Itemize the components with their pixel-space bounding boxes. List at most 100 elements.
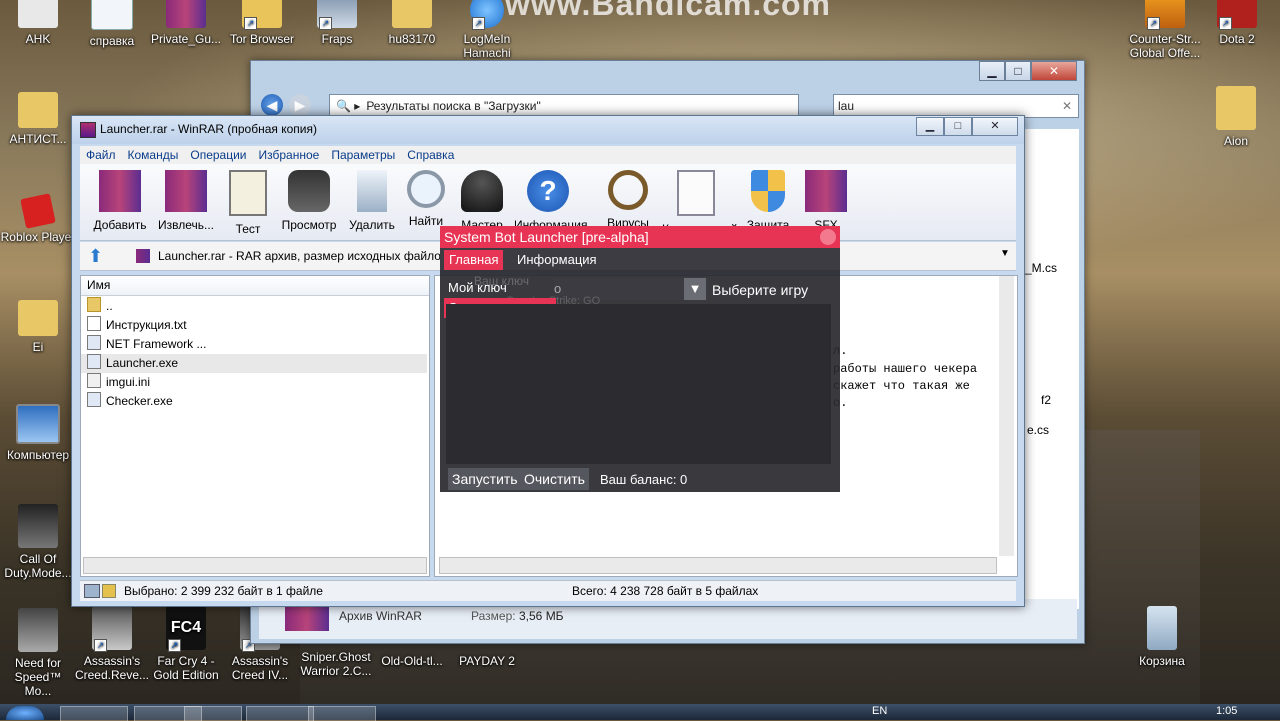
maximize-button[interactable]: □ (944, 117, 972, 136)
extract-archive-icon (165, 170, 207, 212)
column-header[interactable]: Имя (81, 276, 429, 296)
desktop-icon-spravka[interactable]: справка (74, 0, 150, 48)
desktop-icon-label: справка (89, 34, 135, 48)
extract-button[interactable]: Извлечь... (152, 170, 220, 232)
status-total: Всего: 4 238 728 байт в 5 файлах (572, 584, 759, 598)
run-button[interactable]: Запустить (448, 468, 522, 490)
maximize-button[interactable]: □ (1005, 61, 1031, 81)
file-row-selected[interactable]: Launcher.exe (81, 354, 427, 373)
virus-button[interactable]: Вирусы (594, 170, 662, 230)
horizontal-scrollbar[interactable] (83, 557, 427, 574)
desktop-icon-aion[interactable]: Aion (1198, 86, 1274, 148)
view-button[interactable]: Просмотр (275, 170, 343, 232)
sfx-button[interactable]: SFX (792, 170, 860, 232)
shortcut-arrow-icon: ↗ (1147, 17, 1160, 30)
test-button[interactable]: Тест (214, 170, 282, 236)
desktop-icon-nfs[interactable]: Need for Speed™ Mo... (0, 608, 76, 698)
document-icon (91, 0, 133, 30)
horizontal-scrollbar[interactable] (439, 557, 997, 574)
menu-favorites[interactable]: Избранное (253, 146, 326, 164)
bot-launcher-window[interactable]: System Bot Launcher [pre-alpha] Главная … (440, 226, 840, 492)
minimize-button[interactable]: ▁ (916, 117, 944, 136)
desktop-icon-ac-revelations[interactable]: ↗ Assassin's Creed.Reve... (74, 606, 150, 682)
file-row[interactable]: imgui.ini (87, 373, 407, 392)
search-folder-icon: 🔍 ▸ (336, 99, 361, 113)
vertical-scrollbar[interactable] (999, 276, 1014, 556)
search-value: lau (838, 99, 855, 113)
file-row[interactable]: NET Framework ... (87, 335, 407, 354)
forward-button[interactable]: ▶ (289, 94, 311, 116)
csgo-icon: ↗ (1145, 0, 1185, 30)
ini-file-icon (87, 373, 101, 388)
clock[interactable]: 1:05 (1216, 705, 1237, 717)
minimize-button[interactable]: ▁ (979, 61, 1005, 81)
winrar-titlebar[interactable]: Launcher.rar - WinRAR (пробная копия) ▁ … (72, 116, 1024, 144)
launcher-titlebar[interactable]: System Bot Launcher [pre-alpha] (440, 226, 840, 248)
status-selected: Выбрано: 2 399 232 байт в 1 файле (124, 584, 323, 598)
hamachi-icon: ↗ (470, 0, 504, 30)
taskbar-winrar[interactable] (246, 706, 314, 721)
wizard-button[interactable]: Мастер (448, 170, 516, 232)
close-circle-icon[interactable] (820, 229, 836, 245)
desktop-icon-label: Old-Old-tl... (381, 654, 443, 668)
desktop-icon-farcry4[interactable]: FC4 ↗ Far Cry 4 - Gold Edition (148, 606, 224, 682)
file-row-parent[interactable]: .. (87, 297, 407, 316)
desktop-icon-roblox[interactable]: Roblox Player (0, 193, 76, 244)
desktop-icon-label: Dota 2 (1219, 32, 1255, 46)
desktop-icon-tor-browser[interactable]: ↗ Tor Browser (224, 0, 300, 46)
dota2-icon: ↗ (1217, 0, 1257, 30)
desktop-icon-label: Far Cry 4 - Gold Edition (153, 654, 219, 682)
desktop-icon-dota2[interactable]: ↗ Dota 2 (1199, 0, 1275, 46)
desktop-icon-private[interactable]: Private_Gu... (148, 0, 224, 46)
menu-commands[interactable]: Команды (122, 146, 185, 164)
desktop-icon-ahk[interactable]: AHK (0, 0, 76, 46)
desktop-icon-label: LogMeIn Hamachi (463, 32, 511, 60)
language-indicator[interactable]: EN (872, 705, 887, 717)
column-name-header[interactable]: Имя (87, 278, 110, 292)
desktop-icon-ei[interactable]: Ei (0, 300, 76, 354)
file-icon (18, 0, 58, 28)
desktop-icon-fraps[interactable]: ↗ Fraps (299, 0, 375, 46)
up-folder-icon[interactable]: ⬆ (88, 246, 108, 266)
sfx-archive-icon (805, 170, 847, 212)
file-row[interactable]: Инструкция.txt (87, 316, 407, 335)
clear-button[interactable]: Очистить (520, 468, 589, 490)
tab-info[interactable]: Информация (512, 250, 602, 270)
desktop-icon-computer[interactable]: Компьютер (0, 404, 76, 462)
desktop-icon-hamachi[interactable]: ↗ LogMeIn Hamachi (449, 0, 525, 60)
desktop-icon-hu83170[interactable]: hu83170 (374, 0, 450, 46)
clear-search-icon[interactable]: ✕ (1062, 95, 1072, 117)
monitor-icon: ↗ (317, 0, 357, 30)
add-button[interactable]: Добавить (86, 170, 154, 232)
start-button[interactable] (6, 706, 44, 720)
menu-operations[interactable]: Операции (184, 146, 252, 164)
path-dropdown-icon[interactable]: ▼ (1000, 248, 1010, 259)
tool-label: Просмотр (281, 218, 337, 232)
shield-icon (751, 170, 785, 212)
snake-icon (608, 170, 648, 210)
file-name: Launcher.exe (106, 356, 179, 370)
file-list[interactable]: Имя .. Инструкция.txt NET Framework ... … (80, 275, 430, 577)
roblox-icon (20, 193, 56, 229)
desktop-icon-cod[interactable]: Call Of Duty.Mode... (0, 504, 76, 580)
menu-options[interactable]: Параметры (325, 146, 401, 164)
menu-help[interactable]: Справка (401, 146, 460, 164)
taskbar-launcher[interactable] (308, 706, 376, 721)
close-button[interactable]: ✕ (972, 117, 1018, 136)
tool-label: Извлечь... (157, 218, 214, 232)
file-name: Checker.exe (106, 394, 173, 408)
taskbar-document[interactable] (184, 706, 242, 721)
close-button[interactable]: ✕ (1031, 61, 1077, 81)
info-button[interactable]: ? Информация (514, 170, 587, 232)
taskbar-explorer[interactable] (60, 706, 128, 721)
desktop-icon-csgo[interactable]: ↗ Counter-Str... Global Offe... (1125, 0, 1205, 60)
tab-main[interactable]: Главная (444, 250, 504, 270)
back-button[interactable]: ◀ (261, 94, 283, 116)
desktop-icon-recycle-bin[interactable]: Корзина (1124, 606, 1200, 668)
desktop-icon-label: PAYDAY 2 (459, 654, 515, 668)
combo-dropdown-button[interactable]: ▼ (684, 278, 706, 300)
desktop-icon-antist[interactable]: АНТИСТ... (0, 92, 76, 146)
file-row[interactable]: Checker.exe (87, 392, 407, 411)
preview-text-line: работы нашего чекера (833, 362, 978, 376)
menu-file[interactable]: Файл (80, 146, 122, 164)
